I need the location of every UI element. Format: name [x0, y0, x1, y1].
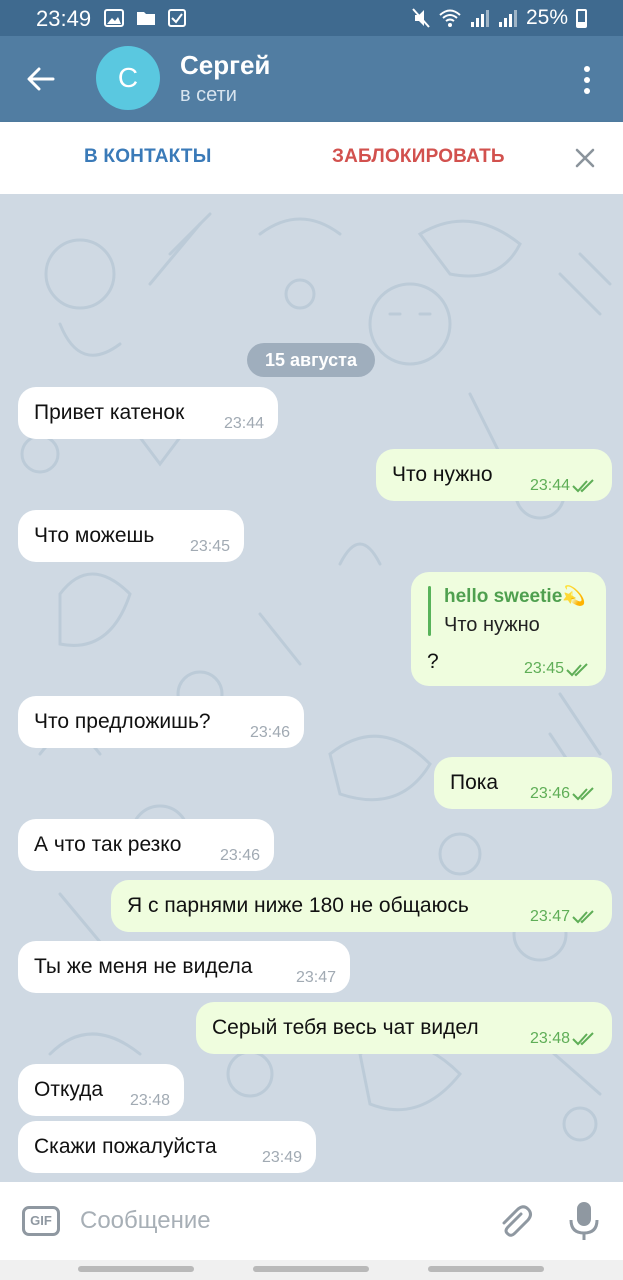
message-text: Привет катенок: [34, 401, 185, 424]
message-text: ?: [427, 650, 439, 673]
image-icon: [104, 9, 124, 27]
double-check-icon: [572, 1032, 594, 1046]
status-bar: 23:49 25%: [0, 0, 623, 36]
message-text: Ты же меня не видела: [34, 955, 253, 978]
outgoing-reply-message[interactable]: hello sweetie💫 Что нужно ? 23:45: [411, 572, 606, 686]
message-text: Что можешь: [34, 524, 155, 547]
double-check-icon: [572, 787, 594, 801]
notification-icons: [104, 9, 186, 27]
nav-home-handle[interactable]: [253, 1266, 369, 1272]
message-composer: GIF: [0, 1182, 623, 1260]
reply-quote[interactable]: Что нужно: [444, 614, 540, 637]
nav-recents-handle[interactable]: [428, 1266, 544, 1272]
message-text: Я с парнями ниже 180 не общаюсь: [127, 894, 469, 917]
message-text: Серый тебя весь чат видел: [212, 1016, 479, 1039]
message-text: Пока: [450, 771, 499, 794]
more-menu-button[interactable]: [571, 60, 603, 100]
outgoing-message[interactable]: Что нужно 23:44: [376, 449, 612, 501]
wifi-icon: [439, 9, 461, 27]
double-check-icon: [572, 910, 594, 924]
signal-icon: [470, 10, 489, 27]
signal-icon: [498, 10, 517, 27]
incoming-message[interactable]: Что предложишь? 23:46: [18, 696, 304, 748]
message-time: 23:48: [529, 1030, 570, 1047]
gif-button[interactable]: GIF: [22, 1206, 60, 1236]
dot-icon: [584, 77, 590, 83]
chat-header: С Сергей в сети: [0, 36, 623, 122]
microphone-icon[interactable]: [566, 1200, 602, 1242]
double-check-icon: [572, 479, 594, 493]
message-time: 23:49: [261, 1149, 302, 1166]
arrow-back-icon: [27, 67, 55, 91]
incoming-message[interactable]: Откуда 23:48: [18, 1064, 184, 1116]
incoming-message[interactable]: Что можешь 23:45: [18, 510, 244, 562]
date-separator: 15 августа: [247, 343, 375, 377]
message-input[interactable]: [80, 1202, 470, 1240]
battery-percent: 25%: [525, 6, 568, 29]
system-icons: 25%: [412, 6, 587, 30]
avatar-letter: С: [117, 62, 139, 93]
add-contact-button[interactable]: В КОНТАКТЫ: [84, 146, 212, 168]
message-text: Скажи пожалуйста: [34, 1135, 217, 1158]
folder-icon: [137, 12, 155, 25]
message-time: 23:45: [189, 538, 230, 555]
incoming-message[interactable]: А что так резко 23:46: [18, 819, 274, 871]
message-text: Что нужно: [392, 463, 493, 486]
message-text: А что так резко: [34, 833, 182, 856]
contact-status: в сети: [180, 84, 237, 106]
double-check-icon: [566, 663, 588, 677]
back-button[interactable]: [16, 54, 66, 104]
dot-icon: [584, 88, 590, 94]
nav-back-handle[interactable]: [78, 1266, 194, 1272]
message-text: Что предложишь?: [34, 710, 211, 733]
outgoing-message[interactable]: Серый тебя весь чат видел 23:48: [196, 1002, 612, 1054]
message-time: 23:46: [219, 847, 260, 864]
incoming-message[interactable]: Привет катенок 23:44: [18, 387, 278, 439]
message-time: 23:45: [523, 660, 564, 677]
contact-action-bar: В КОНТАКТЫ ЗАБЛОКИРОВАТЬ: [0, 122, 623, 194]
avatar[interactable]: С: [96, 46, 160, 110]
system-nav-bar: [0, 1260, 623, 1280]
message-time: 23:44: [223, 415, 264, 432]
outgoing-message[interactable]: Я с парнями ниже 180 не общаюсь 23:47: [111, 880, 612, 932]
mute-icon: [412, 8, 430, 28]
check-box-icon: [168, 9, 186, 27]
incoming-message[interactable]: Ты же меня не видела 23:47: [18, 941, 350, 993]
battery-icon: [576, 8, 587, 28]
close-icon[interactable]: [571, 144, 599, 172]
contact-name[interactable]: Сергей: [180, 50, 270, 81]
block-user-button[interactable]: ЗАБЛОКИРОВАТЬ: [332, 146, 505, 168]
paperclip-icon[interactable]: [495, 1202, 535, 1242]
status-time: 23:49: [36, 6, 92, 31]
message-time: 23:46: [249, 724, 290, 741]
dot-icon: [584, 66, 590, 72]
reply-bar: [428, 586, 431, 636]
message-time: 23:46: [529, 785, 570, 802]
message-text: Откуда: [34, 1078, 104, 1101]
message-time: 23:47: [529, 908, 570, 925]
incoming-message[interactable]: Скажи пожалуйста 23:49: [18, 1121, 316, 1173]
message-time: 23:48: [129, 1092, 170, 1109]
chat-area[interactable]: 15 августа Привет катенок 23:44 Что нужн…: [0, 194, 623, 1182]
message-time: 23:47: [295, 969, 336, 986]
reply-author[interactable]: hello sweetie💫: [444, 584, 586, 608]
message-time: 23:44: [529, 477, 570, 494]
outgoing-message[interactable]: Пока 23:46: [434, 757, 612, 809]
